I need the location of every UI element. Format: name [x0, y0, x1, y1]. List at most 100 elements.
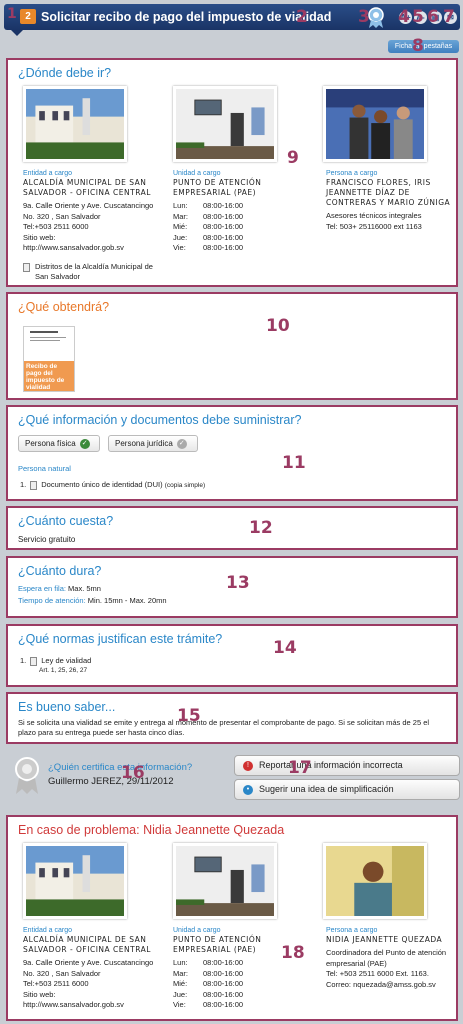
unidad-label: Unidad a cargo	[173, 927, 221, 934]
entidad-tel: Tel:+503 2511 6000	[23, 222, 89, 231]
problema-entidad-column: Entidad a cargo ALCALDÍA MUNICIPAL DE SA…	[23, 927, 158, 1011]
entidad-column: Entidad a cargo ALCALDÍA MUNICIPAL DE SA…	[23, 170, 158, 283]
alert-icon: !	[243, 761, 253, 771]
bueno-title: Es bueno saber...	[18, 700, 116, 714]
tab-persona-juridica[interactable]: Persona jurídica ✓	[108, 435, 198, 452]
building-photo	[23, 86, 127, 162]
problema-title: En caso de problema: Nidia Jeannette Que…	[18, 823, 285, 837]
obtendra-section: ¿Qué obtendrá? Recibo de pago del impues…	[6, 292, 458, 400]
entidad-web[interactable]: Sitio web: http://www.sansalvador.gob.sv	[23, 990, 158, 1011]
normas-section: ¿Qué normas justifican este trámite? 1. L…	[6, 624, 458, 687]
check-icon: ✓	[176, 438, 187, 449]
problema-unidad-column: Unidad a cargo PUNTO DE ATENCIÓN EMPRESA…	[173, 927, 298, 1011]
cost-value: Servicio gratuito	[18, 535, 76, 544]
entidad-name: ALCALDÍA MUNICIPAL DE SAN SALVADOR - OFI…	[23, 935, 151, 954]
annotation-16: 16	[121, 763, 145, 783]
annotation-3: 3	[358, 7, 370, 27]
bueno-text: Si se solicita una vialidad se emite y e…	[18, 718, 430, 737]
annotation-15: 15	[177, 706, 201, 726]
tab-persona-fisica[interactable]: Persona física ✓	[18, 435, 100, 452]
obtendra-title: ¿Qué obtendrá?	[18, 300, 110, 314]
entidad-address: 9a. Calle Oriente y Ave. Cuscatancingo N…	[23, 958, 154, 978]
ley-link[interactable]: 1. Ley de vialidad	[20, 656, 91, 666]
document-icon	[30, 480, 38, 490]
unidad-name: PUNTO DE ATENCIÓN EMPRESARIAL (PAE)	[173, 178, 262, 197]
entidad-web[interactable]: Sitio web: http://www.sansalvador.gob.sv	[23, 233, 158, 254]
unidad-label: Unidad a cargo	[173, 170, 221, 177]
unidad-column: Unidad a cargo PUNTO DE ATENCIÓN EMPRESA…	[173, 170, 298, 254]
annotation-8: 8	[412, 36, 424, 56]
people-photo	[323, 86, 427, 162]
suggest-idea-label: Sugerir una idea de simplificación	[259, 784, 394, 794]
unidad-hours: Lun: 08:00-16:00 Mar: 08:00-16:00 Mié: 08:0…	[173, 958, 244, 1009]
persona-tel: Tel: 503+ 25116000 ext 1163	[326, 221, 422, 231]
annotation-7: 7	[443, 7, 455, 27]
persona-natural-heading: Persona natural	[18, 464, 71, 473]
annotation-2: 2	[296, 7, 308, 27]
entidad-label: Entidad a cargo	[23, 927, 73, 934]
ley-name: Ley de vialidad	[41, 656, 92, 665]
entidad-address: 9a. Calle Oriente y Ave. Cuscatancingo N…	[23, 201, 154, 221]
problema-section: En caso de problema: Nidia Jeannette Que…	[6, 815, 458, 1021]
donde-title: ¿Dónde debe ir?	[18, 66, 112, 80]
info-section: ¿Qué información y documentos debe sumin…	[6, 405, 458, 501]
persona-tel: Tel: +503 2511 6000 Ext. 1163.	[326, 969, 429, 978]
annotation-1: 1	[7, 6, 17, 22]
persona-column: Persona a cargo FRANCISCO FLORES, IRIS J…	[326, 170, 454, 232]
info-title: ¿Qué información y documentos debe sumin…	[18, 413, 302, 427]
persona-role: Coordinadora del Punto de atención empre…	[326, 948, 447, 968]
tab-juridica-label: Persona jurídica	[115, 439, 173, 448]
annotation-5: 5	[412, 7, 424, 27]
espera-row: Espera en fila: Max. 5mn	[18, 584, 101, 593]
persona-email[interactable]: Correo: nquezada@amss.gob.sv	[326, 980, 454, 991]
document-note: (copia simple)	[164, 482, 206, 489]
distritos-label: Distritos de la Alcaldía Municipal de Sa…	[35, 261, 153, 282]
tiempo-row: Tiempo de atención: Min. 15mn - Max. 20m…	[18, 596, 167, 605]
document-name: Documento único de identidad (DUI)	[41, 480, 163, 489]
header-pointer	[11, 30, 23, 36]
distritos-link[interactable]: Distritos de la Alcaldía Municipal de Sa…	[23, 262, 158, 283]
cuesta-title: ¿Cuánto cuesta?	[18, 514, 114, 528]
chat-icon: •	[243, 785, 253, 795]
office-photo	[173, 843, 277, 919]
step-number: 2	[20, 9, 36, 24]
annotation-17: 17	[288, 758, 312, 778]
document-thumbnail[interactable]: Recibo de pago del impuesto de vialidad	[23, 326, 75, 392]
report-incorrect-button[interactable]: ! Reportar una información incorrecta	[234, 755, 460, 776]
document-icon	[30, 656, 38, 666]
persona-name: NIDIA JEANNETTE QUEZADA	[326, 935, 443, 944]
annotation-18: 18	[281, 943, 305, 963]
annotation-9: 9	[287, 148, 299, 168]
persona-name: FRANCISCO FLORES, IRIS JEANNETTE DÍAZ DE…	[326, 178, 451, 207]
persona-label: Persona a cargo	[326, 927, 378, 934]
document-icon	[23, 262, 30, 272]
entidad-name: ALCALDÍA MUNICIPAL DE SAN SALVADOR - OFI…	[23, 178, 151, 197]
person-photo	[323, 843, 427, 919]
unidad-hours: Lun: 08:00-16:00 Mar: 08:00-16:00 Mié: 08:0…	[173, 201, 244, 252]
cuesta-section: ¿Cuánto cuesta? Servicio gratuito	[6, 506, 458, 550]
document-list-item[interactable]: 1. Documento único de identidad (DUI) (co…	[20, 480, 205, 490]
check-icon: ✓	[79, 438, 90, 449]
bueno-section: Es bueno saber... Si se solicita una via…	[6, 692, 458, 744]
report-incorrect-label: Reportar una información incorrecta	[259, 760, 403, 770]
unidad-name: PUNTO DE ATENCIÓN EMPRESARIAL (PAE)	[173, 935, 262, 954]
entidad-tel: Tel:+503 2511 6000	[23, 979, 89, 988]
annotation-10: 10	[266, 316, 290, 336]
annotation-12: 12	[249, 518, 273, 538]
annotation-11: 11	[282, 453, 306, 473]
entidad-label: Entidad a cargo	[23, 170, 73, 177]
page-title: Solicitar recibo de pago del impuesto de…	[41, 10, 332, 24]
suggest-idea-button[interactable]: • Sugerir una idea de simplificación	[234, 779, 460, 800]
annotation-6: 6	[427, 7, 439, 27]
tab-fisica-label: Persona física	[25, 439, 76, 448]
annotation-13: 13	[226, 573, 250, 593]
donde-section: ¿Dónde debe ir? Entidad a cargo ALCALDÍA…	[6, 58, 458, 287]
office-photo	[173, 86, 277, 162]
persona-label: Persona a cargo	[326, 170, 378, 177]
annotation-14: 14	[273, 638, 297, 658]
page-header: 2 Solicitar recibo de pago del impuesto …	[4, 4, 460, 36]
annotation-4: 4	[398, 7, 410, 27]
certifica-who: Guillermo JEREZ, 29/11/2012	[48, 776, 174, 787]
problema-persona-column: Persona a cargo NIDIA JEANNETTE QUEZADA …	[326, 927, 454, 990]
persona-role: Asesores técnicos integrales	[326, 211, 422, 220]
